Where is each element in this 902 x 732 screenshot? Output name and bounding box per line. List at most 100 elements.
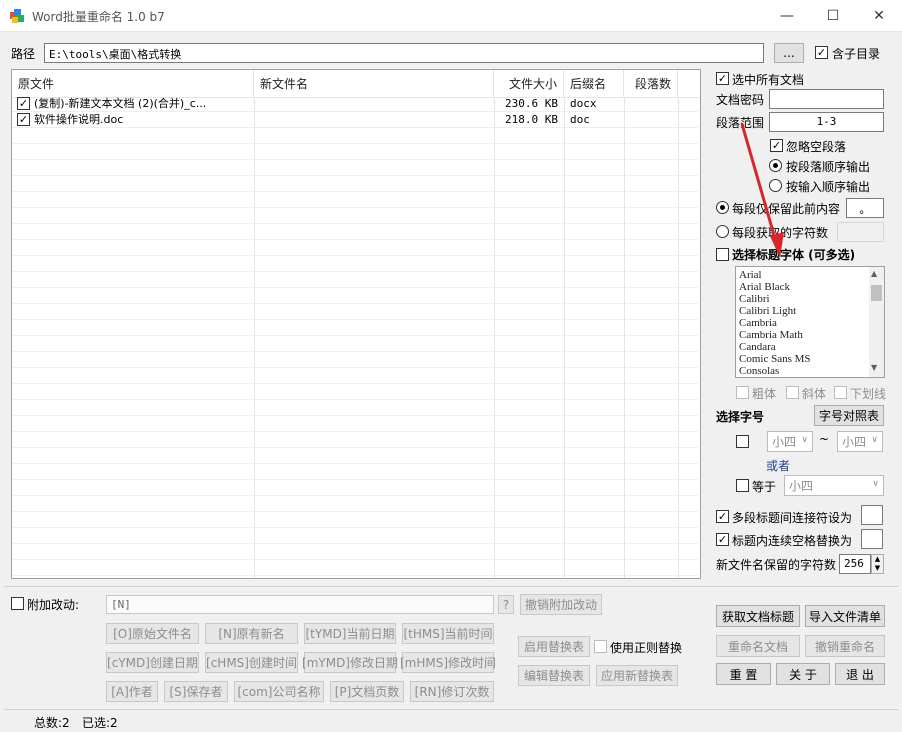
size-equal-select[interactable]: 小四∨ [784, 475, 884, 496]
keep-chars-label: 新文件名保留的字符数 [716, 556, 836, 573]
rename-button[interactable]: 重命名文档 [716, 635, 800, 657]
scroll-down-icon[interactable]: ▼ [871, 363, 877, 372]
underline-label: 下划线 [850, 385, 886, 402]
path-input[interactable]: E:\tools\桌面\格式转换 [44, 43, 764, 63]
empty-row-line [12, 303, 698, 304]
apply-new-replace-button[interactable]: 应用新替换表 [596, 665, 678, 686]
italic-checkbox[interactable] [786, 386, 799, 399]
exit-button[interactable]: 退 出 [835, 663, 885, 685]
font-listbox[interactable]: Arial Arial Black Calibri Calibri Light … [735, 266, 885, 378]
multi-title-sep-input[interactable] [861, 505, 883, 525]
table-row[interactable]: ✓ 软件操作说明.doc 218.0 KB doc [12, 112, 698, 128]
col-header-newname[interactable]: 新文件名 [254, 70, 494, 98]
size-to-value: 小四 [842, 433, 866, 450]
size-equal-checkbox[interactable] [736, 479, 749, 492]
font-list-item[interactable]: Candara [739, 341, 869, 353]
scroll-up-icon[interactable]: ▲ [871, 269, 877, 278]
get-title-button[interactable]: 获取文档标题 [716, 605, 800, 627]
undo-append-button[interactable]: 撤销附加改动 [520, 594, 602, 615]
keep-before-radio[interactable] [716, 201, 729, 214]
char-count-input[interactable] [837, 222, 884, 242]
keep-before-input[interactable]: 。 [846, 198, 884, 218]
empty-row-line [12, 239, 698, 240]
keep-chars-input[interactable]: 256 [839, 554, 871, 574]
font-list-item[interactable]: Calibri Light [739, 305, 869, 317]
font-list-item[interactable]: Cambria Math [739, 329, 869, 341]
undo-rename-button[interactable]: 撤销重命名 [805, 635, 885, 657]
file-table[interactable]: 原文件 新文件名 文件大小 后缀名 段落数 ✓ (复制)-新建文本文档 (2)(… [11, 69, 701, 579]
doc-password-input[interactable] [769, 89, 884, 109]
size-to-select[interactable]: 小四 ∨ [837, 431, 883, 452]
col-header-ext[interactable]: 后缀名 [564, 70, 624, 98]
chevron-down-icon: ∨ [871, 435, 878, 445]
keep-chars-spinner[interactable]: ▲ ▼ [871, 554, 884, 574]
empty-row-line [12, 575, 698, 576]
include-sub-checkbox[interactable]: ✓ [815, 46, 828, 59]
font-list-item[interactable]: Comic Sans MS [739, 353, 869, 365]
token-button[interactable]: [com]公司名称 [234, 681, 324, 702]
font-list-item[interactable]: Arial [739, 269, 869, 281]
font-list-item[interactable]: Consolas [739, 365, 869, 377]
empty-row-line [12, 191, 698, 192]
font-list-item[interactable]: Cambria [739, 317, 869, 329]
enable-replace-button[interactable]: 启用替换表 [518, 636, 590, 657]
bottom-separator [4, 586, 898, 587]
minimize-button[interactable]: — [764, 0, 810, 32]
size-range-checkbox[interactable] [736, 435, 749, 448]
scroll-thumb[interactable] [871, 285, 882, 301]
reset-button[interactable]: 重 置 [716, 663, 771, 685]
row-original-name: 软件操作说明.doc [34, 112, 252, 128]
token-button[interactable]: [tHMS]当前时间 [402, 623, 494, 644]
token-button[interactable]: [mYMD]修改日期 [304, 652, 396, 673]
token-button[interactable]: [A]作者 [106, 681, 158, 702]
edit-replace-button[interactable]: 编辑替换表 [518, 665, 590, 686]
token-button[interactable]: [tYMD]当前日期 [304, 623, 396, 644]
empty-row-line [12, 559, 698, 560]
row-ext: docx [570, 96, 620, 112]
char-count-radio[interactable] [716, 225, 729, 238]
close-button[interactable]: ✕ [856, 0, 902, 32]
title-font-checkbox[interactable] [716, 248, 729, 261]
empty-row-line [12, 143, 698, 144]
font-list-item[interactable]: Calibri [739, 293, 869, 305]
size-from-select[interactable]: 小四∨ [767, 431, 813, 452]
spin-down-icon[interactable]: ▼ [872, 564, 883, 573]
size-table-button[interactable]: 字号对照表 [814, 405, 884, 426]
maximize-button[interactable]: ☐ [810, 0, 856, 32]
use-regex-checkbox[interactable] [594, 640, 607, 653]
table-row[interactable]: ✓ (复制)-新建文本文档 (2)(合并)_c... 230.6 KB docx [12, 96, 698, 112]
font-list-item[interactable]: Arial Black [739, 281, 869, 293]
append-checkbox[interactable] [11, 597, 24, 610]
browse-button[interactable]: ... [774, 43, 804, 63]
token-button[interactable]: [P]文档页数 [330, 681, 404, 702]
empty-row-line [12, 271, 698, 272]
token-button[interactable]: [mHMS]修改时间 [402, 652, 494, 673]
col-header-original[interactable]: 原文件 [12, 70, 254, 98]
token-button[interactable]: [N]原有新名 [205, 623, 298, 644]
font-list-scrollbar[interactable]: ▲ ▼ [869, 267, 884, 377]
spin-up-icon[interactable]: ▲ [872, 555, 883, 564]
append-help-button[interactable]: ? [498, 595, 514, 614]
size-equal-value: 小四 [789, 477, 813, 494]
token-button[interactable]: [O]原始文件名 [106, 623, 199, 644]
token-button[interactable]: [cYMD]创建日期 [106, 652, 199, 673]
about-button[interactable]: 关 于 [776, 663, 830, 685]
append-input[interactable]: [N] [106, 595, 494, 614]
col-header-size[interactable]: 文件大小 [494, 70, 564, 98]
empty-row-line [12, 543, 698, 544]
multi-title-sep-checkbox[interactable]: ✓ [716, 510, 729, 523]
import-list-button[interactable]: 导入文件清单 [805, 605, 885, 627]
row-checkbox[interactable]: ✓ [17, 97, 30, 110]
col-header-paras[interactable]: 段落数 [624, 70, 678, 98]
token-button[interactable]: [S]保存者 [164, 681, 228, 702]
underline-checkbox[interactable] [834, 386, 847, 399]
row-checkbox[interactable]: ✓ [17, 113, 30, 126]
token-button[interactable]: [cHMS]创建时间 [205, 652, 298, 673]
bold-checkbox[interactable] [736, 386, 749, 399]
select-all-checkbox[interactable]: ✓ [716, 72, 729, 85]
token-button[interactable]: [RN]修订次数 [410, 681, 494, 702]
space-replace-checkbox[interactable]: ✓ [716, 533, 729, 546]
empty-row-line [12, 527, 698, 528]
space-replace-input[interactable] [861, 529, 883, 549]
row-size: 230.6 KB [494, 96, 558, 112]
